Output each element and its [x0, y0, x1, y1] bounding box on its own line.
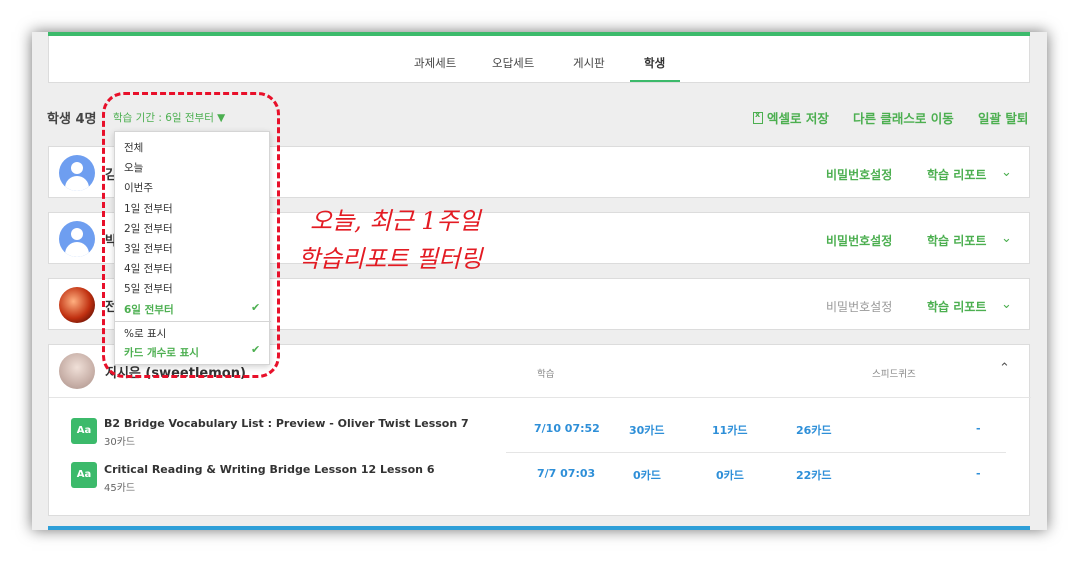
vocabulary-set-icon: Aa — [71, 418, 97, 444]
card-stat: 11카드 — [712, 424, 748, 437]
excel-save-label: 엑셀로 저장 — [767, 111, 829, 126]
quiz-score: - — [976, 422, 981, 435]
tab-wrong-answer-sets[interactable]: 오답세트 — [492, 55, 534, 71]
bulk-leave-button[interactable]: 일괄 탈퇴 — [978, 108, 1028, 127]
set-card-count: 30카드 — [104, 437, 136, 448]
password-settings-button[interactable]: 비밀번호설정 — [826, 232, 892, 249]
tab-students[interactable]: 학생 — [644, 55, 665, 71]
set-card-count: 45카드 — [104, 483, 136, 494]
tab-assignment-sets[interactable]: 과제세트 — [414, 55, 456, 71]
last-study-date: 7/7 07:03 — [537, 467, 596, 480]
app-window: 과제세트 오답세트 게시판 학생 학생 4명 학습 기간 : 6일 전부터 ▼ … — [32, 32, 1047, 530]
set-title-link[interactable]: B2 Bridge Vocabulary List : Preview - Ol… — [104, 417, 469, 430]
tab-bar: 과제세트 오답세트 게시판 학생 — [48, 36, 1030, 83]
divider — [49, 397, 1031, 398]
annotation-text: 학습리포트 필터링 — [298, 245, 483, 273]
excel-save-button[interactable]: 엑셀로 저장 — [753, 108, 829, 127]
password-settings-button[interactable]: 비밀번호설정 — [826, 166, 892, 183]
study-report-button[interactable]: 학습 리포트 — [927, 232, 986, 249]
card-stat: 30카드 — [629, 424, 665, 437]
card-stat: 22카드 — [796, 469, 832, 482]
password-settings-button[interactable]: 비밀번호설정 — [826, 298, 892, 315]
card-stat: 0카드 — [716, 469, 744, 482]
last-study-date: 7/10 07:52 — [534, 422, 600, 435]
default-avatar-icon — [59, 221, 95, 257]
default-avatar-icon — [59, 155, 95, 191]
annotation-text: 오늘, 최근 1주일 — [310, 207, 481, 235]
chevron-down-icon[interactable]: ⌄ — [1001, 231, 1012, 246]
excel-file-icon — [753, 110, 763, 124]
vocabulary-set-icon: Aa — [71, 462, 97, 488]
row-divider — [506, 452, 1006, 453]
quiz-score: - — [976, 467, 981, 480]
student-count: 학생 4명 — [47, 112, 97, 127]
highlight-dashed-box — [102, 92, 280, 378]
bottom-accent-bar — [48, 526, 1030, 530]
tab-board[interactable]: 게시판 — [573, 55, 605, 71]
profile-photo-avatar — [59, 287, 95, 323]
move-class-button[interactable]: 다른 클래스로 이동 — [853, 108, 954, 127]
chevron-down-icon[interactable]: ⌄ — [1001, 297, 1012, 312]
chevron-up-icon[interactable]: ⌃ — [999, 361, 1010, 376]
column-header-speed-quiz: 스피드퀴즈 — [872, 369, 916, 380]
column-header-study: 학습 — [537, 369, 555, 380]
study-report-button[interactable]: 학습 리포트 — [927, 166, 986, 183]
chevron-down-icon[interactable]: ⌄ — [1001, 165, 1012, 180]
active-tab-indicator — [630, 80, 680, 82]
set-title-link[interactable]: Critical Reading & Writing Bridge Lesson… — [104, 463, 434, 476]
profile-photo-avatar — [59, 353, 95, 389]
card-stat: 0카드 — [633, 469, 661, 482]
card-stat: 26카드 — [796, 424, 832, 437]
study-report-button[interactable]: 학습 리포트 — [927, 298, 986, 315]
